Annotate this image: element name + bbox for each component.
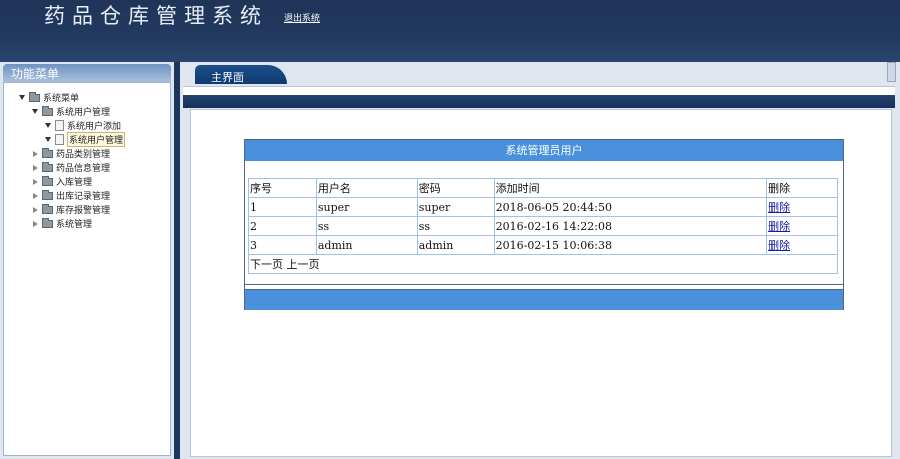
folder-icon	[42, 175, 53, 186]
tree-item-stock-in[interactable]: 入库管理	[31, 175, 92, 188]
prev-page-link[interactable]: 上一页	[287, 258, 320, 271]
tree-item-user-mgmt[interactable]: 系统用户管理	[31, 105, 110, 118]
tab-main-label: 主界面	[211, 71, 244, 84]
tree-item-label: 库存报警管理	[56, 206, 111, 216]
column-header: 密码	[416, 178, 495, 198]
delete-link[interactable]: 删除	[768, 220, 790, 233]
cell-added-time: 2018-06-05 20:44:50	[493, 197, 768, 217]
tree-item-label: 系统菜单	[43, 94, 80, 104]
table-row: 1 super super 2018-06-05 20:44:50 删除	[248, 197, 838, 217]
menu-tree: 系统菜单 系统用户管理 系统用户添加 系统用户管理 药品类别管理 药品信息管理	[3, 82, 171, 456]
tree-item-label: 药品信息管理	[56, 164, 111, 174]
column-header: 删除	[766, 178, 838, 198]
cell-username: admin	[315, 235, 418, 255]
cell-password: ss	[416, 216, 495, 236]
table-row: 2 ss ss 2016-02-16 14:22:08 删除	[248, 216, 838, 236]
cell-id: 1	[248, 197, 317, 217]
tree-item-user-add[interactable]: 系统用户添加	[44, 119, 121, 132]
delete-link[interactable]: 删除	[768, 239, 790, 252]
cell-password: admin	[416, 235, 495, 255]
expand-toggle-icon[interactable]	[31, 192, 39, 200]
tree-item-label: 入库管理	[56, 178, 93, 188]
folder-icon	[42, 161, 53, 172]
table-row: 3 admin admin 2016-02-15 10:06:38 删除	[248, 235, 838, 255]
table-header-row: 序号 用户名 密码 添加时间 删除	[248, 178, 838, 198]
tree-item-label: 系统用户添加	[67, 122, 122, 132]
leaf-marker-icon	[44, 122, 52, 130]
header-strip	[183, 95, 895, 108]
cell-username: super	[315, 197, 418, 217]
tree-item-user-manage[interactable]: 系统用户管理	[44, 132, 126, 147]
tree-item-label: 药品类别管理	[56, 150, 111, 160]
sidebar: 功能菜单 系统菜单 系统用户管理 系统用户添加 系统用户管理 药品类别管理 药品…	[0, 62, 174, 459]
tab-bar: 主界面	[183, 62, 897, 84]
expand-toggle-icon[interactable]	[31, 108, 39, 116]
sidebar-title: 功能菜单	[11, 67, 60, 81]
folder-icon	[42, 203, 53, 214]
folder-icon	[42, 189, 53, 200]
admin-users-table: 序号 用户名 密码 添加时间 删除 1 super super 2018-06-…	[248, 178, 838, 274]
panel-footer	[245, 289, 843, 310]
expand-toggle-icon[interactable]	[31, 150, 39, 158]
tree-item-label: 出库记录管理	[56, 192, 111, 202]
cell-added-time: 2016-02-16 14:22:08	[493, 216, 768, 236]
leaf-marker-icon	[44, 136, 52, 144]
main-panel: 主界面 系统管理员用户 序号 用户名 密码 添加时间 删除 1 super su…	[180, 62, 900, 459]
tree-item-drug-category[interactable]: 药品类别管理	[31, 147, 110, 160]
tree-item-drug-info[interactable]: 药品信息管理	[31, 161, 110, 174]
admin-users-panel: 系统管理员用户 序号 用户名 密码 添加时间 删除 1 super super …	[244, 139, 844, 310]
panel-title: 系统管理员用户	[245, 140, 843, 161]
sidebar-header: 功能菜单	[3, 64, 171, 82]
content-frame: 系统管理员用户 序号 用户名 密码 添加时间 删除 1 super super …	[190, 109, 892, 457]
column-header: 添加时间	[493, 178, 768, 198]
tab-main[interactable]: 主界面	[195, 65, 287, 84]
tree-item-system-mgmt[interactable]: 系统管理	[31, 217, 92, 230]
column-header: 用户名	[315, 178, 418, 198]
cell-action: 删除	[766, 197, 838, 217]
tree-item-stock-out-records[interactable]: 出库记录管理	[31, 189, 110, 202]
page-icon	[55, 134, 64, 145]
folder-icon	[42, 147, 53, 158]
expand-toggle-icon[interactable]	[31, 178, 39, 186]
expand-toggle-icon[interactable]	[31, 164, 39, 172]
logout-link[interactable]: 退出系统	[284, 11, 320, 24]
tree-item-stock-alert[interactable]: 库存报警管理	[31, 203, 110, 216]
cell-id: 2	[248, 216, 317, 236]
tree-item-label-selected: 系统用户管理	[67, 132, 126, 147]
app-title: 药品仓库管理系统	[44, 4, 268, 28]
cell-id: 3	[248, 235, 317, 255]
pager-row: 下一页 上一页	[248, 254, 838, 274]
folder-icon	[42, 217, 53, 228]
page-icon	[55, 120, 64, 131]
cell-action: 删除	[766, 235, 838, 255]
folder-icon	[29, 91, 40, 102]
delete-link[interactable]: 删除	[768, 201, 790, 214]
cell-action: 删除	[766, 216, 838, 236]
cell-password: super	[416, 197, 495, 217]
app-header: 药品仓库管理系统 退出系统	[0, 0, 900, 62]
expand-toggle-icon[interactable]	[31, 220, 39, 228]
tree-item-label: 系统管理	[56, 220, 93, 230]
cell-username: ss	[315, 216, 418, 236]
column-header: 序号	[248, 178, 317, 198]
next-page-link[interactable]: 下一页	[250, 258, 283, 271]
expand-toggle-icon[interactable]	[31, 206, 39, 214]
tab-scroll-handle[interactable]	[887, 62, 896, 82]
tree-item-label: 系统用户管理	[56, 108, 111, 118]
expand-toggle-icon[interactable]	[18, 94, 26, 102]
tree-item-root[interactable]: 系统菜单	[18, 91, 79, 104]
cell-added-time: 2016-02-15 10:06:38	[493, 235, 768, 255]
pager: 下一页 上一页	[248, 254, 838, 274]
folder-icon	[42, 105, 53, 116]
